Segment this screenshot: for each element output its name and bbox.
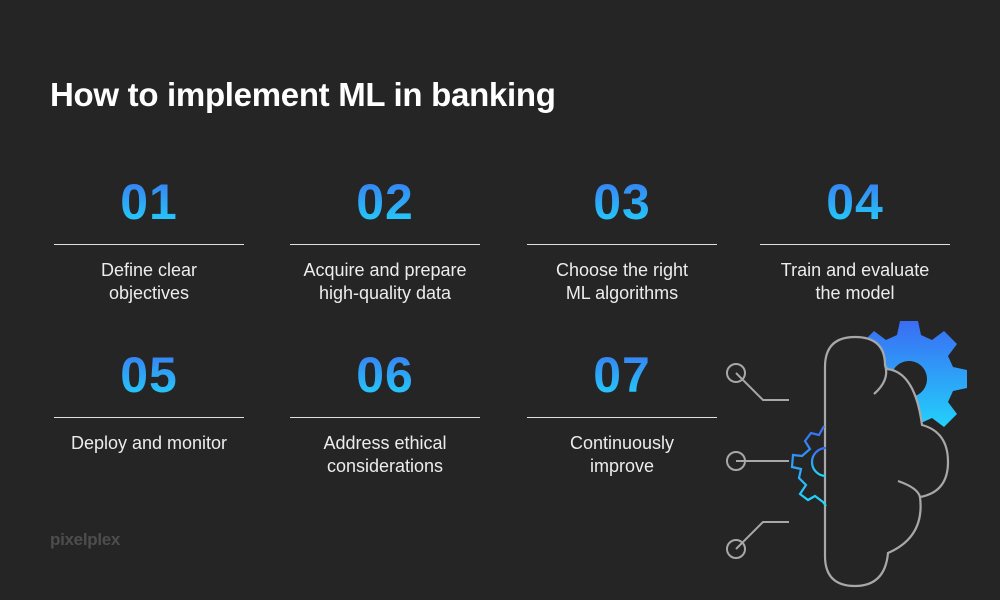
- step-number: 04: [760, 176, 950, 228]
- brand-logo: pixelplex: [50, 530, 121, 549]
- divider: [527, 244, 717, 245]
- connector-bottom: [726, 521, 789, 559]
- step-number: 02: [290, 176, 480, 228]
- small-gear-icon: [790, 425, 827, 507]
- step-number: 06: [290, 349, 480, 401]
- divider: [290, 417, 480, 418]
- divider: [527, 417, 717, 418]
- step-label: Choose the right ML algorithms: [555, 260, 689, 303]
- step-number: 01: [54, 176, 244, 228]
- step-04: 04 Train and evaluate the model: [760, 176, 950, 305]
- brain-gears-icon: [726, 321, 967, 588]
- step-06: 06 Address ethical considerations: [290, 349, 480, 478]
- step-label: Define clear objectives: [100, 260, 198, 303]
- connector-middle: [726, 451, 789, 471]
- connector-top: [726, 363, 789, 401]
- page-title: How to implement ML in banking: [50, 76, 556, 113]
- step-label: Continuously improve: [569, 433, 675, 476]
- step-01: 01 Define clear objectives: [54, 176, 244, 305]
- step-05: 05 Deploy and monitor: [54, 349, 244, 455]
- divider: [290, 244, 480, 245]
- step-03: 03 Choose the right ML algorithms: [527, 176, 717, 305]
- divider: [54, 244, 244, 245]
- divider: [54, 417, 244, 418]
- divider: [760, 244, 950, 245]
- step-number: 03: [527, 176, 717, 228]
- step-label: Deploy and monitor: [70, 433, 228, 453]
- step-label: Address ethical considerations: [323, 433, 447, 476]
- step-07: 07 Continuously improve: [527, 349, 717, 478]
- step-number: 07: [527, 349, 717, 401]
- step-label: Acquire and prepare high-quality data: [303, 260, 467, 303]
- step-02: 02 Acquire and prepare high-quality data: [290, 176, 480, 305]
- step-number: 05: [54, 349, 244, 401]
- step-label: Train and evaluate the model: [780, 260, 930, 303]
